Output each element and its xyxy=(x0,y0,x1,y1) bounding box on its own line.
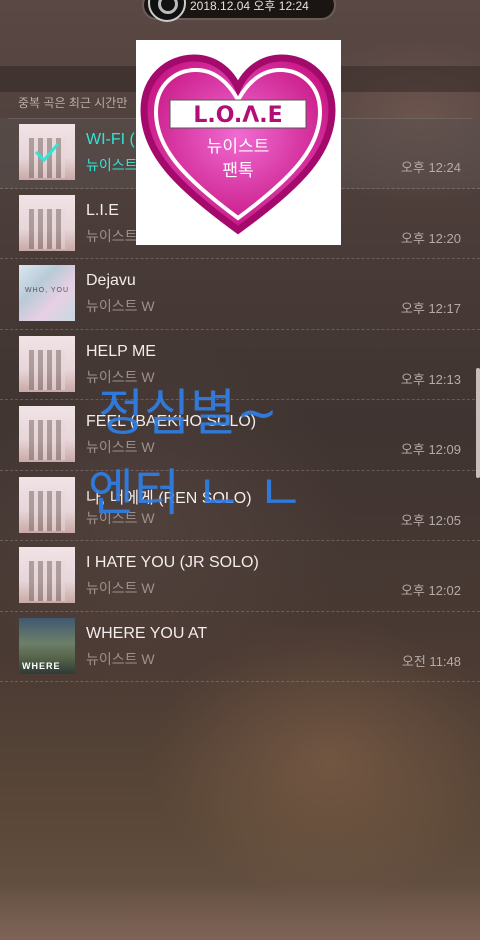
list-item[interactable]: 나, 너에게 (REN SOLO) 뉴이스트 W 오후 12:05 xyxy=(0,471,480,541)
status-datetime: 2018.12.04 오후 12:24 xyxy=(190,0,309,13)
bottom-bar xyxy=(0,884,480,940)
album-cover xyxy=(19,335,75,392)
album-cover: WHO, YOU xyxy=(19,265,75,321)
track-title: WHERE YOU AT xyxy=(86,624,208,642)
list-item[interactable]: HELP ME 뉴이스트 W 오후 12:13 xyxy=(0,330,480,400)
list-item[interactable]: I HATE YOU (JR SOLO) 뉴이스트 W 오후 12:02 xyxy=(0,541,480,612)
album-cover-text: WHO, YOU xyxy=(25,287,70,294)
album-cover xyxy=(19,476,75,533)
check-icon xyxy=(34,143,60,163)
album-cover xyxy=(19,406,75,462)
duplicate-notice: 중복 곡은 최근 시간만 xyxy=(18,96,128,110)
album-cover-text: WHERE xyxy=(22,660,61,671)
track-artist: 뉴이스트 W xyxy=(86,368,155,385)
track-title: 나, 너에게 (REN SOLO) xyxy=(86,489,252,507)
track-artist: 뉴이스트 W xyxy=(86,298,155,314)
heart-logo-icon: L.O.Λ.E 뉴이스트 팬톡 xyxy=(140,54,336,235)
list-item[interactable]: FEEL (BAEKHO SOLO) 뉴이스트 W 오후 12:09 xyxy=(0,400,480,471)
album-cover: WHERE xyxy=(19,617,75,674)
logo-subtitle-1: 뉴이스트 xyxy=(207,137,270,157)
fan-logo-sticker: L.O.Λ.E 뉴이스트 팬톡 xyxy=(136,40,341,245)
logo-text: L.O.Λ.E xyxy=(193,103,282,128)
track-title: WI-FI ( xyxy=(86,131,135,148)
track-time: 오후 12:20 xyxy=(400,230,461,246)
track-time: 오후 12:09 xyxy=(400,442,461,457)
list-item[interactable]: WHO, YOU Dejavu 뉴이스트 W 오후 12:17 xyxy=(0,259,480,330)
track-time: 오후 12:05 xyxy=(400,512,461,528)
album-cover xyxy=(19,547,75,603)
track-time: 오후 12:17 xyxy=(400,301,461,316)
track-title: I HATE YOU (JR SOLO) xyxy=(86,554,259,571)
track-title: Dejavu xyxy=(86,272,136,289)
track-artist: 뉴이스트 W xyxy=(86,650,155,667)
track-time: 오후 12:02 xyxy=(400,583,461,598)
track-artist: 뉴이스트 xyxy=(86,157,138,173)
scrollbar[interactable] xyxy=(476,368,480,478)
list-item[interactable]: WHERE WHERE YOU AT 뉴이스트 W 오전 11:48 xyxy=(0,612,480,682)
track-artist: 뉴이스트 W xyxy=(86,509,155,526)
record-icon xyxy=(148,0,186,22)
track-title: HELP ME xyxy=(86,342,156,360)
logo-subtitle-2: 팬톡 xyxy=(222,161,253,181)
track-time: 오후 12:13 xyxy=(400,371,461,387)
status-pill[interactable]: 2018.12.04 오후 12:24 xyxy=(142,0,336,22)
track-time: 오전 11:48 xyxy=(401,653,461,669)
track-artist: 뉴이스트 W xyxy=(86,439,155,455)
track-title: FEEL (BAEKHO SOLO) xyxy=(86,413,257,430)
track-time: 오후 12:24 xyxy=(400,160,461,175)
track-title: L.I.E xyxy=(86,201,119,219)
album-cover xyxy=(19,194,75,251)
track-artist: 뉴이스트 W xyxy=(86,580,155,596)
album-cover xyxy=(19,124,75,180)
